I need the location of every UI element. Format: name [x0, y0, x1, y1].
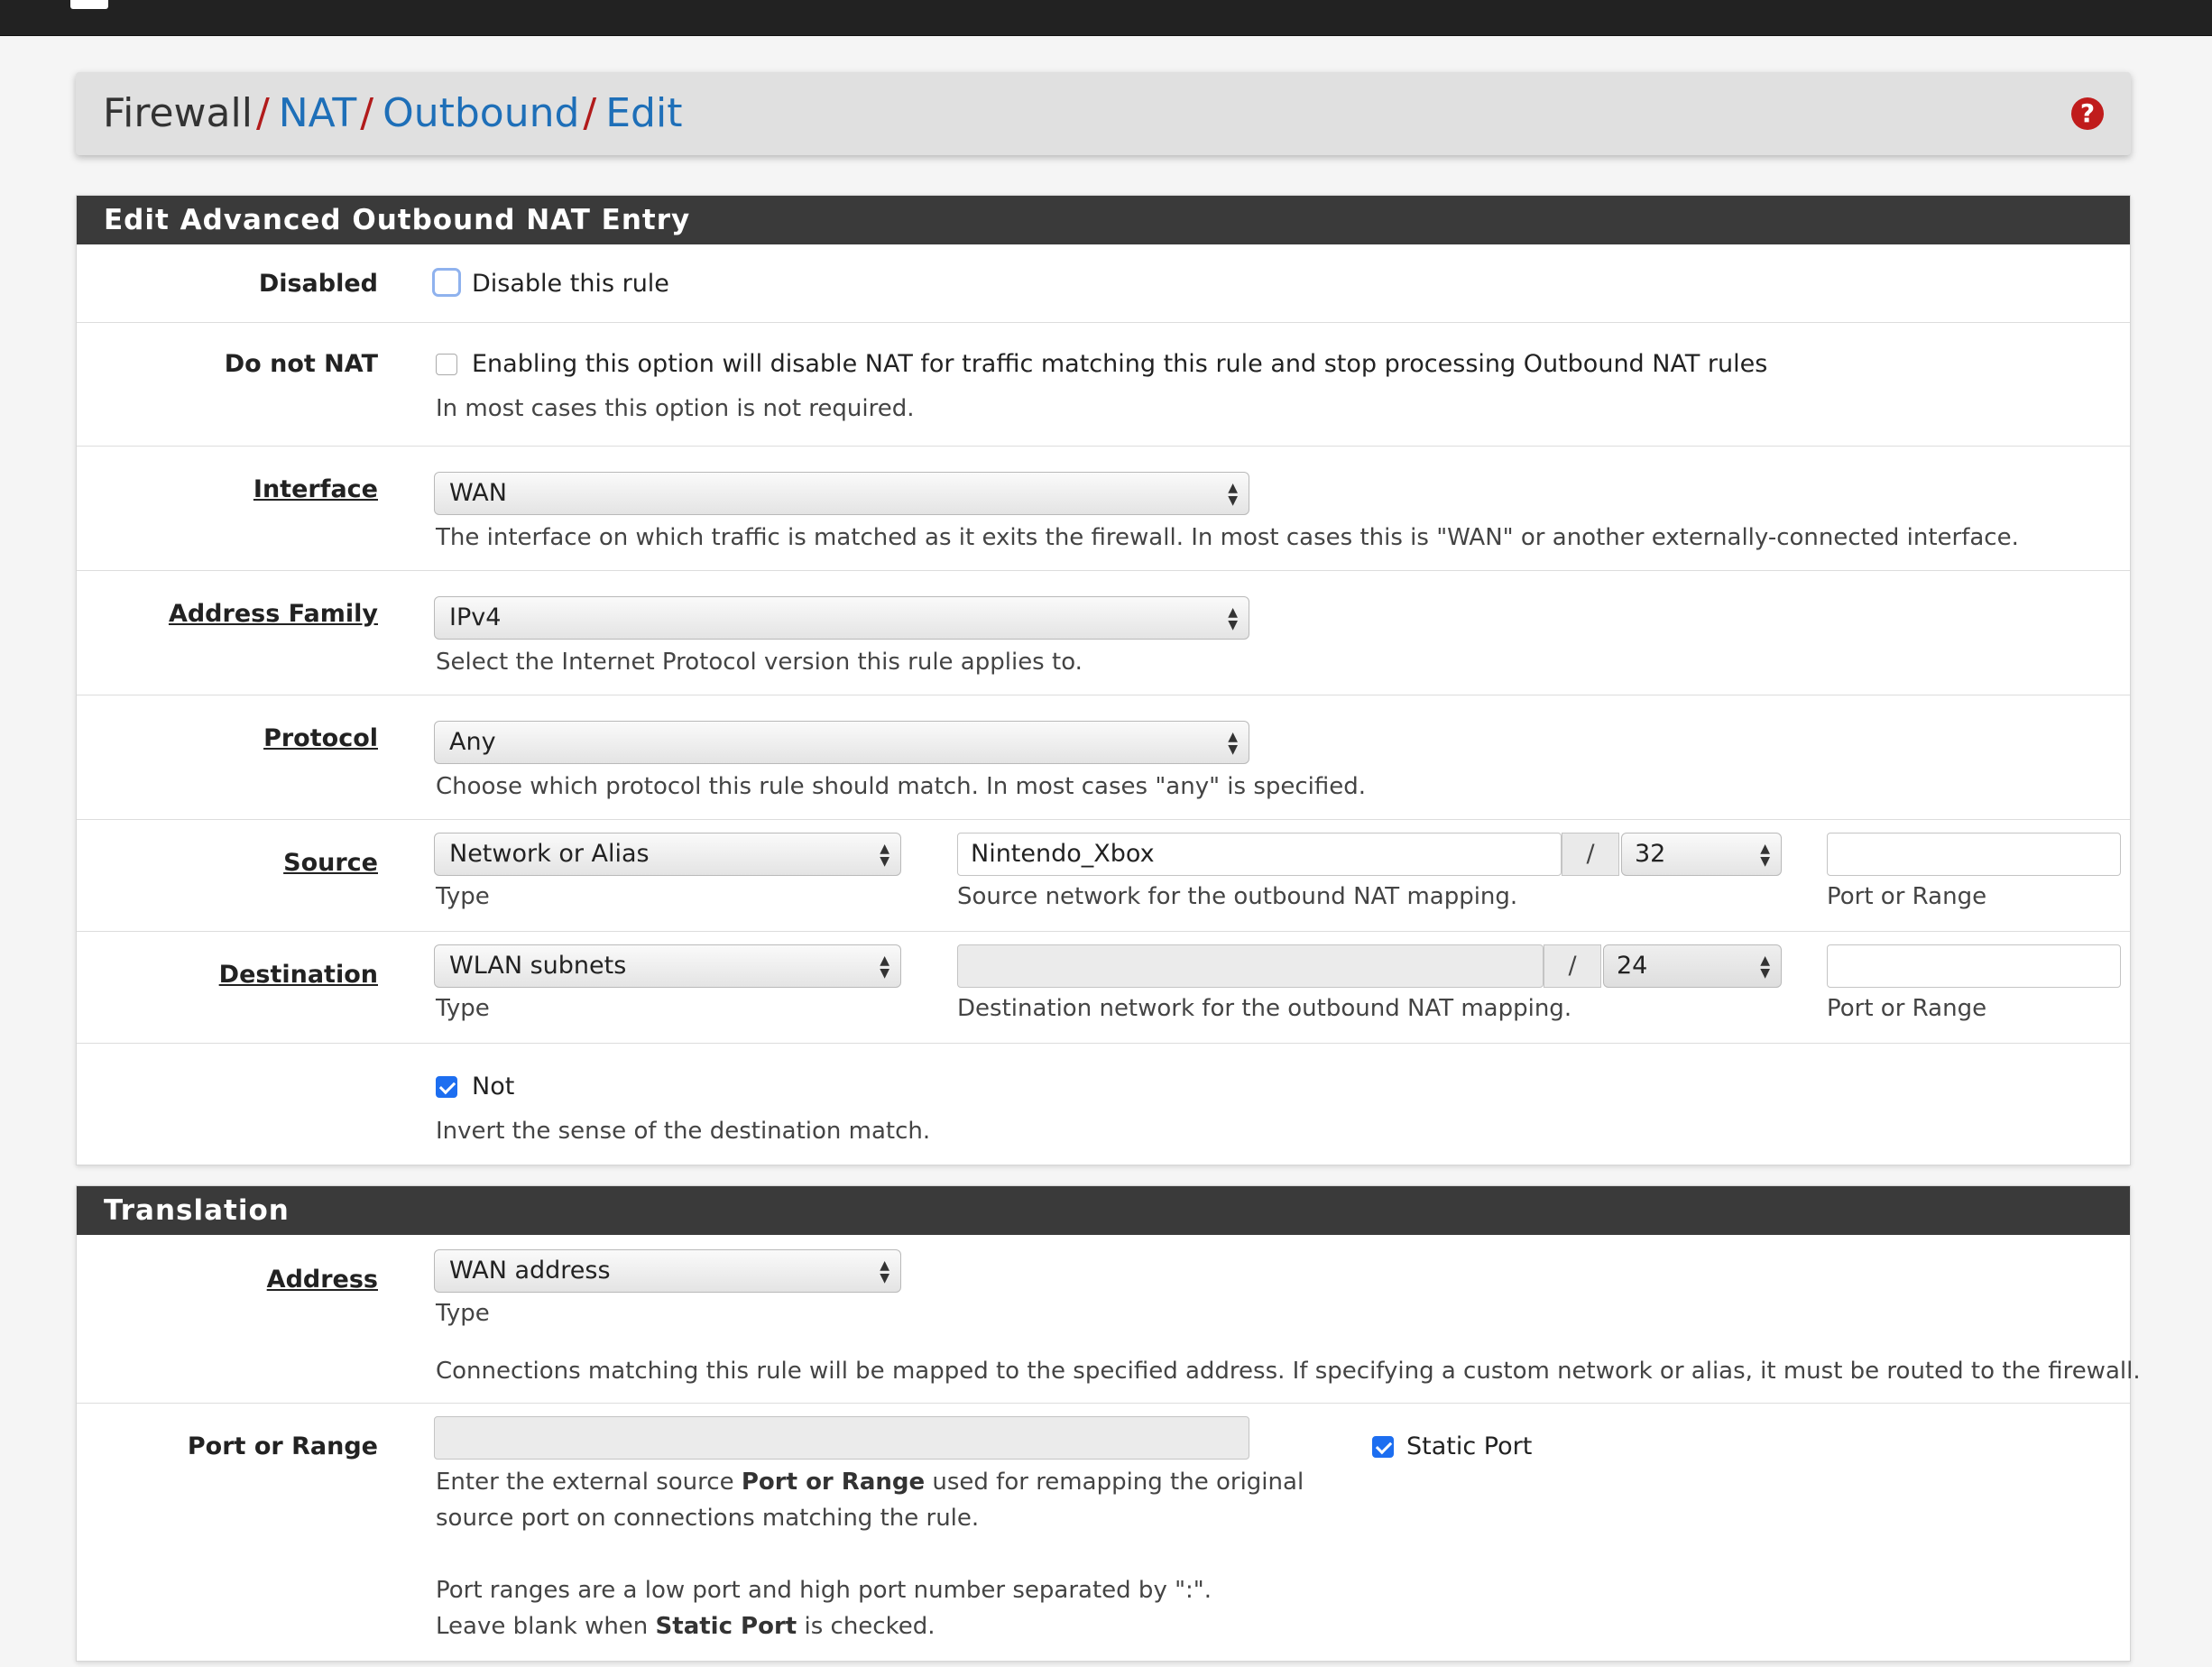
address-family-select[interactable]: IPv4 ▲ ▼: [434, 596, 1249, 640]
protocol-select-value: Any: [449, 728, 496, 756]
translation-address-value: WAN address: [449, 1257, 611, 1285]
row-do-not-nat: Do not NAT Enabling this option will dis…: [77, 322, 2130, 446]
translation-panel: Translation Address WAN address ▲ ▼ Type …: [76, 1185, 2141, 1662]
source-port-input[interactable]: [1827, 833, 2121, 876]
updown-arrows-icon: ▲ ▼: [1760, 953, 1770, 981]
destination-mask-value: 24: [1617, 952, 1648, 980]
do-not-nat-text: Enabling this option will disable NAT fo…: [472, 350, 1768, 378]
source-slash: /: [1562, 833, 1619, 876]
address-family-label[interactable]: Address Family: [169, 600, 378, 628]
logo-icon[interactable]: [70, 0, 108, 9]
translation-address-select[interactable]: WAN address ▲ ▼: [434, 1249, 901, 1293]
row-address-family: Address Family IPv4 ▲ ▼ Select the Intern…: [77, 570, 2130, 695]
source-label[interactable]: Source: [283, 849, 378, 877]
destination-port-help: Port or Range: [1827, 995, 1987, 1022]
help-text: used for remapping the original: [925, 1469, 1304, 1496]
row-protocol: Protocol Any ▲ ▼ Choose which protocol th…: [77, 695, 2130, 819]
do-not-nat-label: Do not NAT: [224, 350, 378, 378]
destination-type-select[interactable]: WLAN subnets ▲ ▼: [434, 944, 901, 988]
row-not: Not Invert the sense of the destination …: [77, 1043, 2130, 1165]
interface-select[interactable]: WAN ▲ ▼: [434, 472, 1249, 515]
updown-arrows-icon: ▲ ▼: [1228, 481, 1238, 508]
destination-not-text: Not: [472, 1073, 515, 1101]
breadcrumb-separator: /: [360, 90, 374, 136]
source-port-help: Port or Range: [1827, 883, 1987, 910]
help-strong: Static Port: [655, 1613, 797, 1640]
breadcrumb-nat-link[interactable]: NAT: [279, 90, 356, 136]
breadcrumb-separator: /: [583, 90, 597, 136]
translation-address-help: Connections matching this rule will be m…: [436, 1358, 2141, 1385]
translation-port-input[interactable]: [434, 1416, 1249, 1460]
source-network-input[interactable]: Nintendo_Xbox: [957, 833, 1562, 876]
source-type-value: Network or Alias: [449, 840, 650, 868]
disable-rule-text: Disable this rule: [472, 270, 669, 298]
destination-port-input[interactable]: [1827, 944, 2121, 988]
translation-title: Translation: [77, 1186, 2130, 1235]
destination-network-input[interactable]: [957, 944, 1544, 988]
breadcrumb: Firewall/NAT/Outbound/Edit: [103, 90, 682, 137]
translation-port-help-2: source port on connections matching the …: [436, 1505, 980, 1532]
interface-label[interactable]: Interface: [253, 475, 378, 503]
destination-not-checkbox[interactable]: [436, 1076, 457, 1098]
destination-type-value: WLAN subnets: [449, 952, 627, 980]
row-destination: Destination WLAN subnets ▲ ▼ Type / 24 ▲ ▼…: [77, 931, 2130, 1043]
row-translation-address: Address WAN address ▲ ▼ Type Connections …: [77, 1235, 2141, 1403]
breadcrumb-separator: /: [255, 90, 270, 136]
source-network-help: Source network for the outbound NAT mapp…: [957, 883, 1518, 910]
destination-not-help: Invert the sense of the destination matc…: [436, 1118, 931, 1145]
help-text: is checked.: [797, 1613, 935, 1640]
updown-arrows-icon: ▲ ▼: [880, 953, 889, 981]
destination-mask-select[interactable]: 24 ▲ ▼: [1603, 944, 1782, 988]
destination-network-help: Destination network for the outbound NAT…: [957, 995, 1572, 1022]
updown-arrows-icon: ▲ ▼: [1760, 842, 1770, 869]
translation-port-help-4: Leave blank when Static Port is checked.: [436, 1613, 935, 1640]
source-type-select[interactable]: Network or Alias ▲ ▼: [434, 833, 901, 876]
breadcrumb-edit-link[interactable]: Edit: [605, 90, 682, 136]
protocol-select[interactable]: Any ▲ ▼: [434, 721, 1249, 764]
source-type-help: Type: [436, 883, 490, 910]
destination-type-help: Type: [436, 995, 490, 1022]
address-family-help: Select the Internet Protocol version thi…: [436, 649, 1083, 676]
disable-rule-checkbox[interactable]: [432, 268, 461, 297]
top-navbar: [0, 0, 2212, 36]
updown-arrows-icon: ▲ ▼: [880, 842, 889, 869]
destination-label[interactable]: Destination: [219, 961, 378, 989]
row-disabled: Disabled Disable this rule: [77, 244, 2130, 322]
breadcrumb-outbound-link[interactable]: Outbound: [382, 90, 579, 136]
static-port-checkbox[interactable]: [1372, 1436, 1394, 1458]
breadcrumb-firewall: Firewall: [103, 90, 253, 136]
translation-address-type-help: Type: [436, 1300, 490, 1327]
edit-nat-entry-panel: Edit Advanced Outbound NAT Entry Disable…: [76, 195, 2131, 1165]
updown-arrows-icon: ▲ ▼: [880, 1258, 889, 1285]
translation-port-label: Port or Range: [187, 1432, 378, 1460]
panel-title: Edit Advanced Outbound NAT Entry: [77, 196, 2130, 244]
translation-address-label[interactable]: Address: [267, 1266, 378, 1294]
source-mask-value: 32: [1635, 840, 1666, 868]
help-text: Leave blank when: [436, 1613, 656, 1640]
question-circle-icon[interactable]: ?: [2071, 97, 2104, 130]
help-strong: Port or Range: [741, 1469, 926, 1496]
row-translation-port: Port or Range Static Port Enter the exte…: [77, 1403, 2130, 1662]
source-mask-select[interactable]: 32 ▲ ▼: [1621, 833, 1782, 876]
row-source: Source Network or Alias ▲ ▼ Type Nintendo…: [77, 819, 2130, 931]
do-not-nat-help: In most cases this option is not require…: [436, 395, 915, 422]
disabled-label: Disabled: [258, 270, 378, 298]
static-port-text: Static Port: [1406, 1432, 1533, 1460]
do-not-nat-checkbox[interactable]: [436, 354, 457, 375]
breadcrumb-bar: Firewall/NAT/Outbound/Edit ?: [76, 72, 2131, 155]
help-text: Enter the external source: [436, 1469, 742, 1496]
destination-slash: /: [1544, 944, 1601, 988]
address-family-select-value: IPv4: [449, 603, 502, 631]
interface-select-value: WAN: [449, 479, 507, 507]
translation-port-help-3: Port ranges are a low port and high port…: [436, 1577, 1212, 1604]
updown-arrows-icon: ▲ ▼: [1228, 730, 1238, 757]
interface-help: The interface on which traffic is matche…: [436, 524, 2019, 551]
protocol-label[interactable]: Protocol: [263, 724, 378, 752]
protocol-help: Choose which protocol this rule should m…: [436, 773, 1367, 800]
updown-arrows-icon: ▲ ▼: [1228, 605, 1238, 632]
translation-port-help-1: Enter the external source Port or Range …: [436, 1469, 1304, 1496]
row-interface: Interface WAN ▲ ▼ The interface on which …: [77, 446, 2130, 570]
